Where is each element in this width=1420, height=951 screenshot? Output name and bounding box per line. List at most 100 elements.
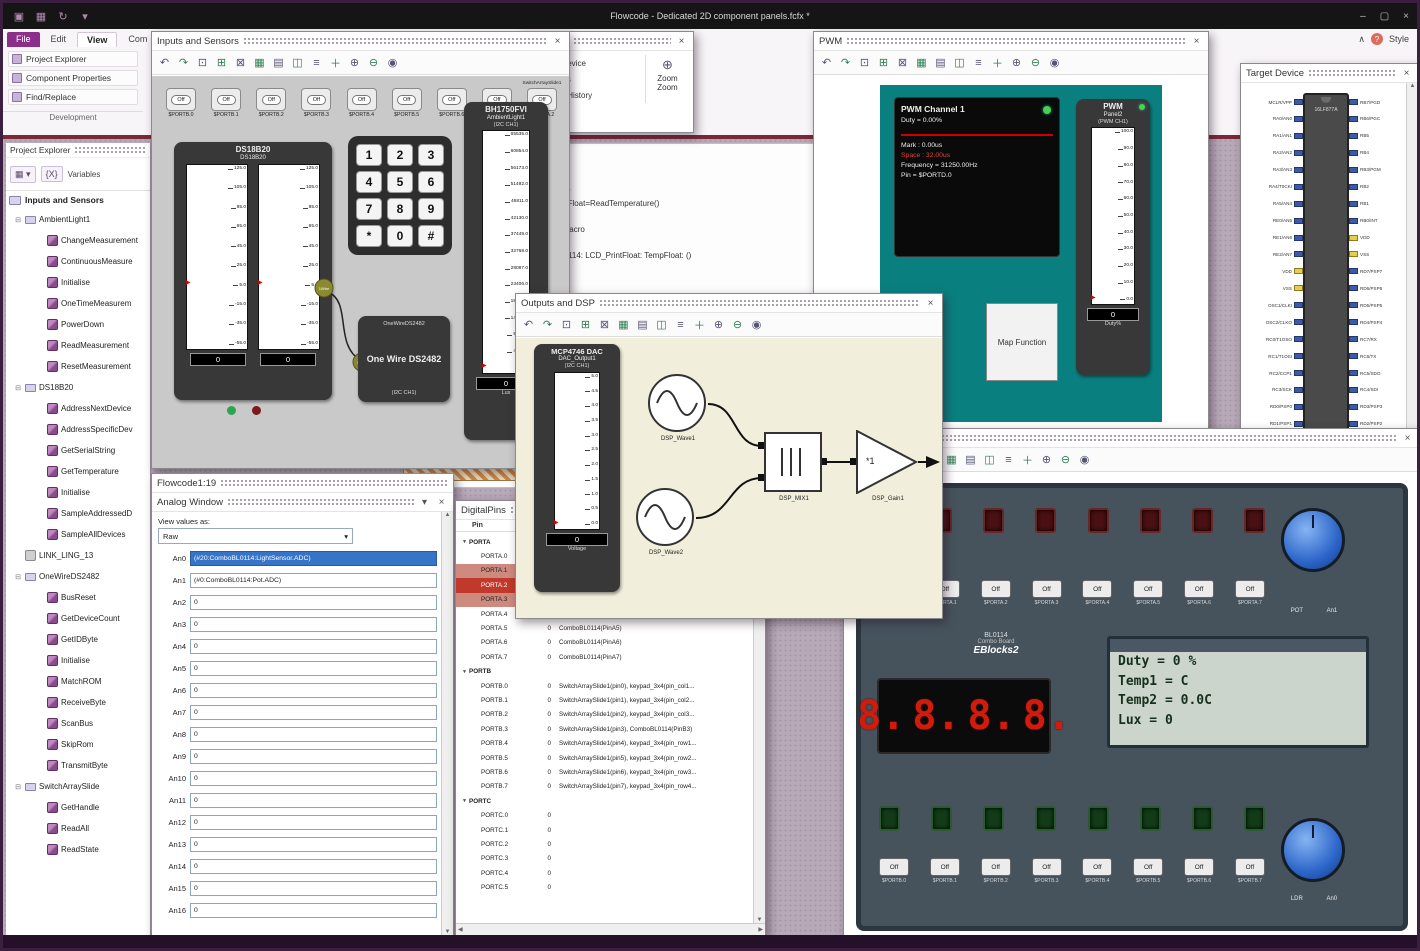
chip-pin[interactable]: RC6/TX	[1349, 349, 1409, 363]
chip-pin[interactable]: RC5/SDO	[1349, 366, 1409, 380]
panel-toolbar-icon[interactable]: ▦	[913, 54, 930, 71]
keypad-key[interactable]: 1	[356, 144, 382, 166]
chip-pin[interactable]: RB3/PGM	[1349, 163, 1409, 177]
panel-toolbar-icon[interactable]: ↷	[175, 54, 192, 71]
close-icon[interactable]: ×	[551, 36, 564, 47]
panel-toolbar-icon[interactable]: ＋	[1019, 451, 1036, 468]
dsp-mixer-component[interactable]	[764, 432, 822, 492]
chip-pin[interactable]: RD0/PSP0	[1243, 400, 1303, 414]
macro-icon[interactable]: ▦ ▾	[10, 165, 36, 183]
chip-pin[interactable]: RA3/AN3	[1243, 163, 1303, 177]
board-off-button[interactable]: Off	[1234, 858, 1265, 876]
ldr-knob[interactable]	[1281, 818, 1345, 882]
chip-pin[interactable]: RB5	[1349, 129, 1409, 143]
switch-off-button[interactable]: Off	[261, 94, 281, 105]
chip-pin[interactable]: VDD	[1349, 231, 1409, 245]
tree-item[interactable]: PowerDown	[6, 314, 150, 335]
panel-toolbar-icon[interactable]: ⊕	[710, 316, 727, 333]
switch-body[interactable]: Off	[256, 88, 287, 111]
chip-pin[interactable]: RC7/RX	[1349, 332, 1409, 346]
panel-toolbar-icon[interactable]: ⊞	[875, 54, 892, 71]
analog-scrollbar[interactable]: ▲ ▼	[441, 512, 453, 935]
board-off-button[interactable]: Off	[1184, 858, 1215, 876]
chip-pin[interactable]: MCLR/VPP	[1243, 95, 1303, 109]
analog-value-field[interactable]: 0	[190, 726, 437, 742]
tree-item[interactable]: DS18B20	[6, 377, 150, 398]
panel-toolbar-icon[interactable]: ⊖	[1057, 451, 1074, 468]
onewire-component[interactable]: OneWireDS2482 One Wire DS2482 (I2C CH1)	[358, 316, 450, 402]
close-icon[interactable]: ×	[1401, 433, 1414, 444]
tree-item[interactable]: GetHandle	[6, 797, 150, 818]
board-off-button[interactable]: Off	[1234, 580, 1265, 598]
board-off-button[interactable]: Off	[1082, 858, 1113, 876]
keypad-key[interactable]: 8	[387, 198, 413, 220]
tree-item[interactable]: Initialise	[6, 482, 150, 503]
ribbon-button[interactable]: Project Explorer	[8, 51, 138, 67]
switch-body[interactable]: Off	[391, 88, 422, 111]
chip-pin[interactable]: RA4/T0CKI	[1243, 180, 1303, 194]
digital-pin-row[interactable]: PORTB	[456, 665, 753, 679]
panel-toolbar-icon[interactable]: ⊠	[232, 54, 249, 71]
analog-value-field[interactable]: 0	[190, 660, 437, 676]
digital-pin-row[interactable]: PORTB.0 0 SwitchArraySlide1(pin0), keypa…	[456, 679, 753, 693]
close-button[interactable]: ×	[1403, 11, 1409, 22]
chip-pin[interactable]: RD5/PSP5	[1349, 298, 1409, 312]
panel-toolbar-icon[interactable]: ⊡	[194, 54, 211, 71]
tree-item[interactable]: LINK_LING_13	[6, 545, 150, 566]
close-icon[interactable]: ×	[1190, 36, 1203, 47]
digital-pin-row[interactable]: PORTA.6 0 ComboBL0114(PinA6)	[456, 636, 753, 650]
board-off-button[interactable]: Off	[879, 858, 909, 876]
switch-off-button[interactable]: Off	[397, 94, 417, 105]
panel-toolbar-icon[interactable]: ⊡	[856, 54, 873, 71]
variables-icon[interactable]: {X}	[40, 166, 63, 182]
map-function-block[interactable]: Map Function	[986, 303, 1058, 381]
tree-expander-icon[interactable]	[460, 669, 469, 675]
digital-pin-row[interactable]: PORTB.5 0 SwitchArraySlide1(pin5), keypa…	[456, 751, 753, 765]
panel-toolbar-icon[interactable]: ↶	[156, 54, 173, 71]
dsp-wave2-component[interactable]	[636, 488, 694, 546]
panel-toolbar-icon[interactable]: ⊡	[558, 316, 575, 333]
zoom-label[interactable]: Zoom	[657, 74, 677, 83]
tree-item[interactable]: SampleAllDevices	[6, 524, 150, 545]
chip-pin[interactable]: RB0/INT	[1349, 214, 1409, 228]
collapse-icon[interactable]: ▾	[418, 497, 431, 508]
tree-item[interactable]: GetSerialString	[6, 440, 150, 461]
tree-item[interactable]: TransmitByte	[6, 755, 150, 776]
chip-pin[interactable]: RD3/PSP3	[1349, 400, 1409, 414]
titlebar-icon[interactable]: ↻	[55, 8, 71, 24]
digital-pin-row[interactable]: PORTC.1 0	[456, 823, 753, 837]
panel-toolbar-icon[interactable]: ◫	[951, 54, 968, 71]
switch-off-button[interactable]: Off	[171, 94, 191, 105]
panel-toolbar-icon[interactable]: ↷	[539, 316, 556, 333]
analog-value-field[interactable]: 0	[190, 792, 437, 808]
panel-toolbar-icon[interactable]: ≡	[308, 54, 325, 71]
analog-value-field[interactable]: 0	[190, 616, 437, 632]
view-values-dropdown[interactable]: Raw ▾	[158, 528, 353, 544]
panel-toolbar-icon[interactable]: ◉	[384, 54, 401, 71]
panel-toolbar-icon[interactable]: ◉	[1076, 451, 1093, 468]
chip-pin[interactable]: RA5/AN4	[1243, 197, 1303, 211]
analog-value-field[interactable]: 0	[190, 902, 437, 918]
digital-pin-row[interactable]: PORTC.2 0	[456, 837, 753, 851]
digital-pin-row[interactable]: PORTC.3 0	[456, 852, 753, 866]
switch-off-button[interactable]: Off	[351, 94, 372, 105]
panel-toolbar-icon[interactable]: ◉	[1046, 54, 1063, 71]
chip-pin[interactable]: RC3/SCK	[1243, 383, 1303, 397]
panel-toolbar-icon[interactable]: ◉	[748, 316, 765, 333]
panel-toolbar-icon[interactable]: ▤	[270, 54, 287, 71]
analog-value-field[interactable]: 0	[190, 770, 437, 786]
tree-item[interactable]: ReadState	[6, 839, 150, 860]
digital-pin-row[interactable]: PORTB.1 0 SwitchArraySlide1(pin1), keypa…	[456, 693, 753, 707]
analog-value-field[interactable]: 0	[190, 836, 437, 852]
switch-off-button[interactable]: Off	[306, 94, 326, 105]
panel-toolbar-icon[interactable]: ▦	[615, 316, 632, 333]
chip-pin[interactable]: RA1/AN1	[1243, 129, 1303, 143]
panel-toolbar-icon[interactable]: ＋	[327, 54, 344, 71]
chip-pin[interactable]: VDD	[1243, 264, 1303, 278]
tree-item[interactable]: MatchROM	[6, 671, 150, 692]
keypad-key[interactable]: 7	[356, 198, 382, 220]
tree-item[interactable]: BusReset	[6, 587, 150, 608]
tree-item[interactable]: ReadMeasurement	[6, 335, 150, 356]
chip-pin[interactable]: OSC1/CLKI	[1243, 298, 1303, 312]
zoom-label[interactable]: Zoom	[657, 83, 677, 92]
